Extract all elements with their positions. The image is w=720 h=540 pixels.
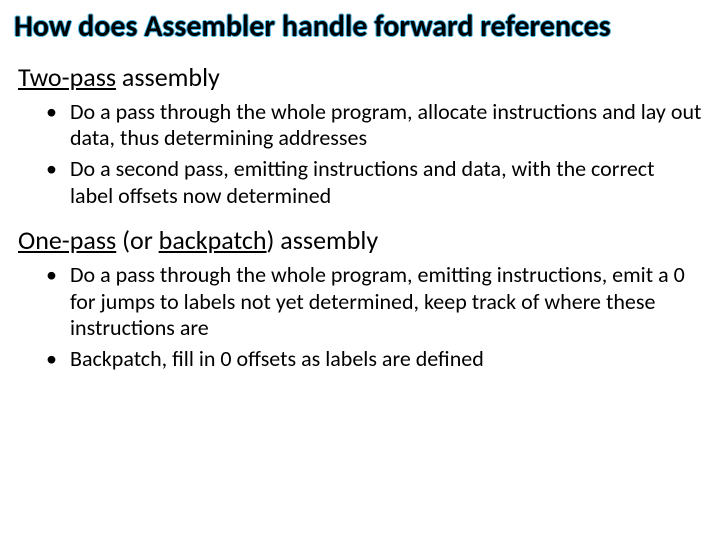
list-item: Do a second pass, emitting instructions … — [66, 156, 702, 210]
keyword-one-pass: One-pass — [18, 224, 116, 256]
keyword-backpatch: backpatch — [159, 224, 267, 256]
slide-title: How does Assembler handle forward refere… — [0, 0, 720, 51]
list-item: Do a pass through the whole program, emi… — [66, 262, 702, 342]
subheading-two-pass-rest: assembly — [116, 61, 220, 93]
subheading-one-pass-mid: (or — [116, 224, 158, 256]
bullet-list-two-pass: Do a pass through the whole program, all… — [18, 99, 702, 210]
subheading-one-pass: One-pass (or backpatch) assembly — [18, 224, 702, 256]
slide-content: Two-pass assembly Do a pass through the … — [0, 51, 720, 374]
keyword-two-pass: Two-pass — [18, 61, 116, 93]
list-item: Backpatch, fill in 0 offsets as labels a… — [66, 346, 702, 373]
subheading-two-pass: Two-pass assembly — [18, 61, 702, 93]
list-item: Do a pass through the whole program, all… — [66, 99, 702, 153]
bullet-list-one-pass: Do a pass through the whole program, emi… — [18, 262, 702, 373]
slide: How does Assembler handle forward refere… — [0, 0, 720, 540]
subheading-one-pass-end: ) assembly — [267, 224, 379, 256]
